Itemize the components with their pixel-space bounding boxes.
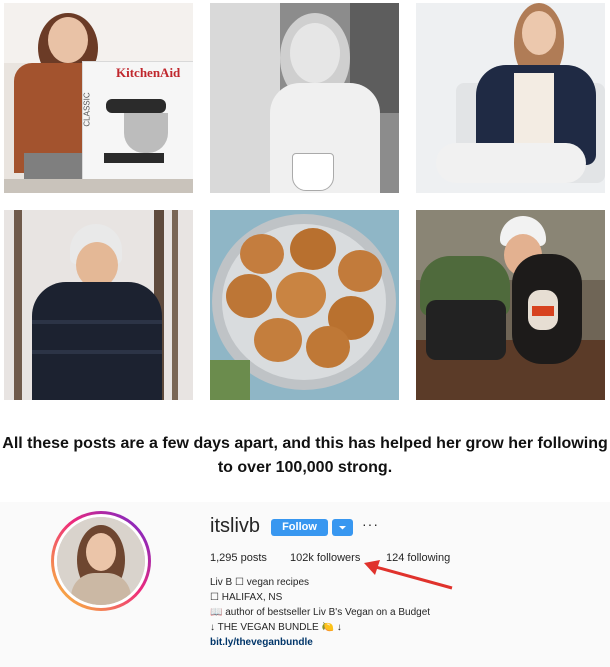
annotation-arrow xyxy=(364,560,453,590)
